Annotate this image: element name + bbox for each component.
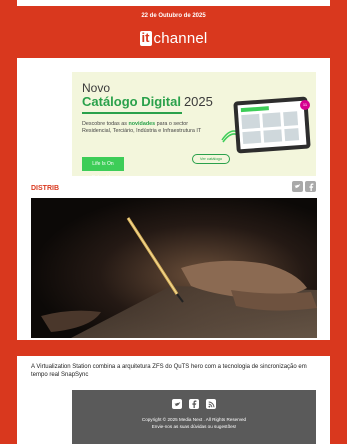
logo-channel-text: channel (153, 30, 208, 47)
article-share-icons (292, 181, 316, 192)
banner-description: Descobre todas as novidades para o secto… (82, 121, 202, 135)
banner-desc-bold: novidades (128, 121, 156, 127)
banner-novo: Novo (82, 81, 111, 95)
tablet-screen (237, 100, 307, 150)
banner-title: Catálogo Digital 2025 (82, 94, 213, 109)
newsletter-date: 22 de Outubro de 2025 (141, 13, 206, 19)
section-label: DISTRIB (31, 185, 59, 192)
red-divider-band (0, 340, 347, 356)
banner-catalog-text: Catálogo Digital (82, 94, 181, 109)
newsletter-header: 22 de Outubro de 2025 it channel (17, 6, 330, 58)
schneider-logo-button[interactable]: Life Is On Schneider (82, 157, 124, 176)
footer-social-icons (72, 399, 316, 409)
facebook-icon[interactable] (189, 399, 199, 409)
page-count-badge: 11 (300, 100, 310, 110)
itchannel-logo[interactable]: it channel (17, 30, 330, 47)
logo-it-mark: it (139, 30, 152, 46)
banner-year: 2025 (183, 94, 213, 109)
article-summary[interactable]: A Virtualization Station combina a arqui… (31, 363, 321, 379)
catalog-ad-banner[interactable]: Novo Catálogo Digital 2025 Descobre todas… (72, 72, 316, 176)
twitter-icon[interactable] (172, 399, 182, 409)
banner-underline (82, 112, 182, 114)
rss-icon[interactable] (206, 399, 216, 409)
footer-copyright: Copyright © 2025 Media Next . All Rights… (141, 417, 247, 422)
newsletter-sheet: 22 de Outubro de 2025 it channel Novo Ca… (17, 0, 330, 444)
view-catalog-button[interactable]: Ver catálogo (192, 154, 230, 164)
facebook-share-icon[interactable] (305, 181, 316, 192)
article-image[interactable] (31, 198, 317, 338)
newsletter-footer: Copyright © 2025 Media Next . All Rights… (72, 390, 316, 444)
footer-contact-link[interactable]: Envie-nos as suas dúvidas ou sugestões! (72, 424, 316, 429)
twitter-share-icon[interactable] (292, 181, 303, 192)
banner-desc-prefix: Descobre todas as (82, 121, 129, 127)
